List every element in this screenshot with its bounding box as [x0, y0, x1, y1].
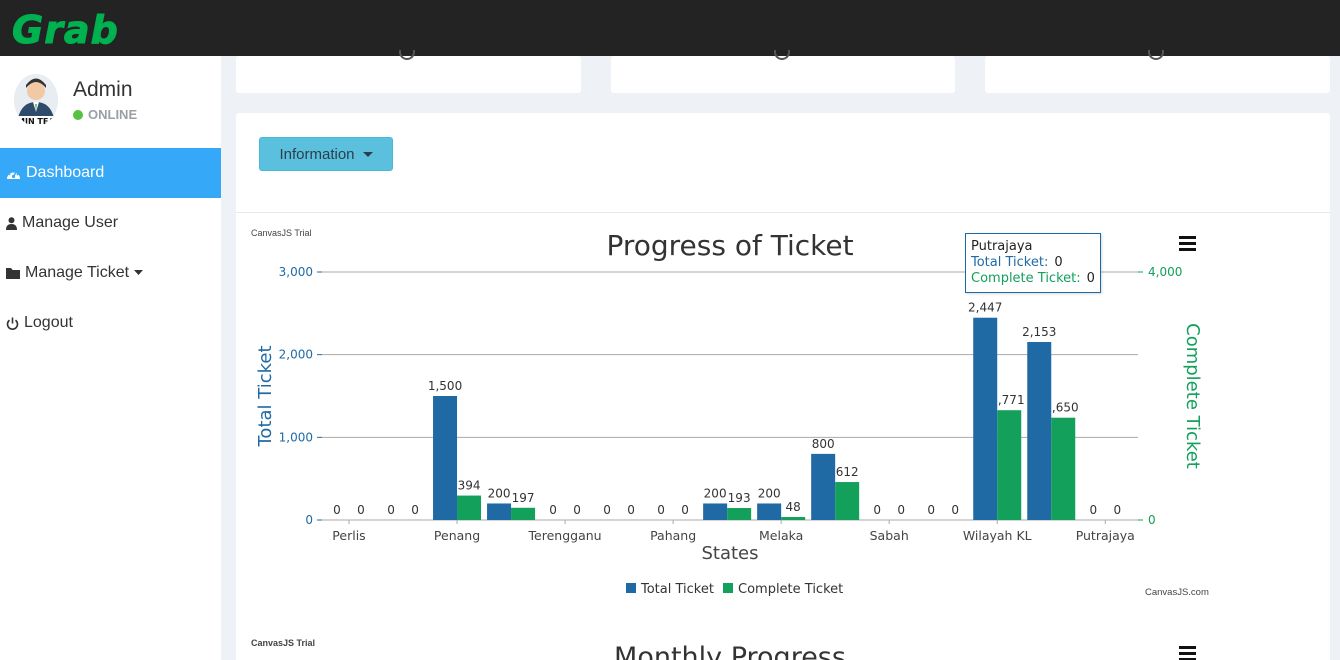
data-label-total: 0	[603, 503, 611, 517]
legend-swatch-complete-ticket	[723, 583, 733, 593]
bar-total-ticket	[433, 396, 458, 520]
tooltip-row-total: Total Ticket: 0	[971, 255, 1095, 271]
x-tick-label: Terengganu	[528, 528, 602, 543]
data-label-total: 0	[873, 503, 881, 517]
data-label-complete: 0	[627, 503, 635, 517]
bar-complete-ticket	[1051, 417, 1076, 520]
tooltip-title: Putrajaya	[971, 239, 1033, 254]
data-label-total: 2,153	[1022, 325, 1056, 339]
chart-title: Progress of Ticket	[606, 229, 853, 262]
data-label-complete: 197	[512, 491, 535, 505]
data-label-total: 0	[1089, 503, 1097, 517]
x-axis-title: States	[701, 543, 758, 564]
data-label-total: 0	[387, 503, 395, 517]
y-tick-label: 1,000	[279, 430, 313, 444]
tooltip-row-complete: Complete Ticket: 0	[971, 271, 1095, 287]
data-label-total: 800	[812, 437, 835, 451]
data-label-total: 0	[927, 503, 935, 517]
bar-complete-ticket	[457, 495, 482, 520]
y2-axis-title: Complete Ticket	[1182, 323, 1203, 469]
bar-complete-ticket	[781, 517, 806, 520]
x-tick-label: Sabah	[870, 528, 909, 543]
chart-menu-icon[interactable]	[1179, 236, 1196, 251]
x-tick-label: Penang	[434, 528, 480, 543]
monthly-progress-title: Monthly Progress	[614, 642, 846, 660]
y-axis-title: Total Ticket	[255, 345, 276, 447]
legend-label-complete-ticket: Complete Ticket	[738, 582, 843, 597]
data-label-complete: 0	[897, 503, 905, 517]
bar-total-ticket	[703, 503, 728, 520]
x-tick-label: Putrajaya	[1076, 528, 1135, 543]
data-label-complete: 0	[681, 503, 689, 517]
bar-complete-ticket	[997, 410, 1022, 520]
bar-complete-ticket	[835, 482, 860, 520]
y2-tick-label: 0	[1148, 513, 1156, 527]
data-label-total: 0	[549, 503, 557, 517]
bar-complete-ticket	[511, 507, 536, 520]
bar-total-ticket	[973, 317, 998, 520]
bar-total-ticket	[811, 453, 836, 520]
x-tick-label: Wilayah KL	[963, 528, 1032, 543]
y-tick-label: 2,000	[279, 348, 313, 362]
x-tick-label: Pahang	[650, 528, 696, 543]
data-label-complete: ,650	[1052, 401, 1079, 415]
x-tick-label: Perlis	[332, 528, 365, 543]
bar-total-ticket	[757, 503, 782, 520]
y-tick-label: 0	[305, 513, 313, 527]
bar-complete-ticket	[727, 508, 752, 520]
data-label-total: 2,447	[968, 301, 1002, 315]
data-label-total: 200	[758, 486, 781, 500]
chart-tooltip: Putrajaya Total Ticket: 0 Complete Ticket…	[965, 233, 1101, 293]
tooltip-complete-value: 0	[1086, 271, 1095, 286]
tooltip-complete-label: Complete Ticket:	[971, 271, 1081, 286]
progress-of-ticket-chart: CanvasJS Trial Progress of Ticket 0 1,000…	[251, 228, 1209, 660]
data-label-total: 0	[333, 503, 341, 517]
legend-swatch-total-ticket	[626, 583, 636, 593]
data-label-complete: 612	[836, 465, 859, 479]
canvasjs-credit: CanvasJS.com	[1145, 587, 1209, 598]
bar-total-ticket	[487, 503, 512, 520]
data-label-complete: ,771	[998, 393, 1025, 407]
data-label-complete: 0	[1113, 503, 1121, 517]
tooltip-total-label: Total Ticket:	[971, 255, 1049, 270]
data-label-complete: 0	[573, 503, 581, 517]
legend: Total Ticket Complete Ticket	[626, 582, 843, 597]
legend-label-total-ticket: Total Ticket	[640, 582, 714, 597]
bar-total-ticket	[1027, 342, 1052, 520]
data-label-total: 1,500	[428, 379, 462, 393]
data-label-complete: 193	[728, 491, 751, 505]
canvasjs-trial-watermark-2: CanvasJS Trial	[251, 638, 315, 648]
data-label-complete: 0	[951, 503, 959, 517]
data-label-total: 0	[657, 503, 665, 517]
data-label-complete: 0	[411, 503, 419, 517]
data-label-total: 200	[488, 486, 511, 500]
y2-tick-label: 4,000	[1148, 265, 1182, 279]
data-label-complete: 0	[357, 503, 365, 517]
data-label-complete: 48	[786, 500, 801, 514]
canvasjs-trial-watermark: CanvasJS Trial	[251, 228, 312, 238]
y-tick-label: 3,000	[279, 265, 313, 279]
data-label-total: 200	[704, 486, 727, 500]
chart-menu-icon-2[interactable]	[1179, 646, 1196, 660]
tooltip-total-value: 0	[1054, 255, 1063, 270]
data-label-complete: 394	[458, 479, 481, 493]
x-tick-label: Melaka	[759, 528, 803, 543]
